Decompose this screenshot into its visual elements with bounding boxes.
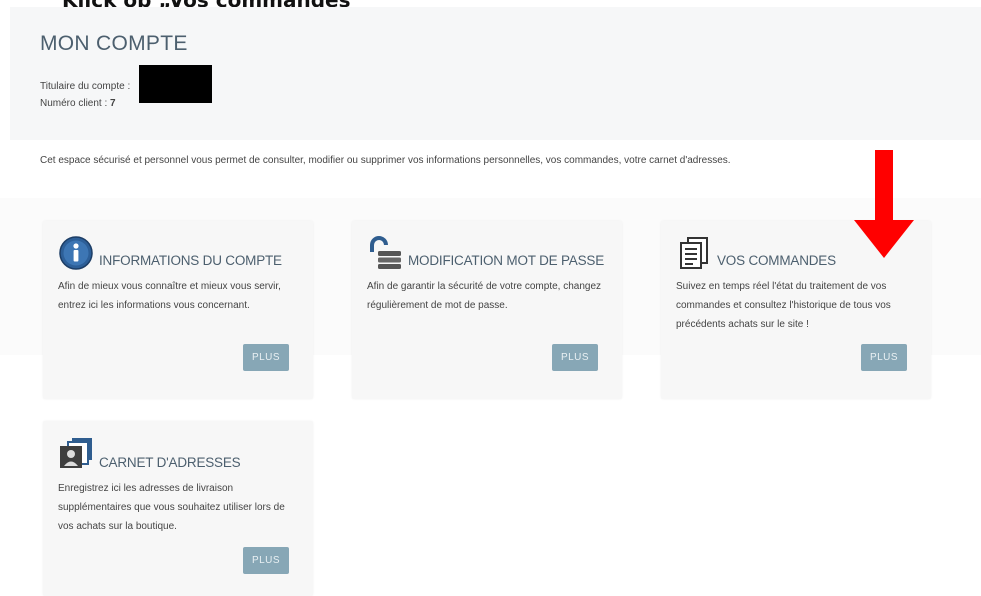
- redaction-box: [139, 65, 212, 103]
- password-plus-button[interactable]: PLUS: [552, 344, 598, 371]
- account-holder-label: Titulaire du compte :: [40, 81, 131, 92]
- card-password: MODIFICATION MOT DE PASSE Afin de garant…: [352, 221, 622, 399]
- card-account-info: INFORMATIONS DU COMPTE Afin de mieux vou…: [43, 221, 313, 399]
- padlock-icon: [367, 235, 403, 271]
- card-description: Enregistrez ici les adresses de livraiso…: [58, 483, 285, 532]
- card-address-book: CARNET D'ADRESSES Enregistrez ici les ad…: [43, 421, 313, 596]
- card-title: INFORMATIONS DU COMPTE: [99, 253, 282, 268]
- card-description: Afin de mieux vous connaître et mieux vo…: [58, 281, 281, 311]
- red-arrow-indicator: [854, 150, 914, 258]
- account-holder-row: Titulaire du compte :: [40, 78, 130, 95]
- card-description: Suivez en temps réel l'état du traitemen…: [676, 281, 891, 330]
- page-title: MON COMPTE: [40, 32, 188, 55]
- address-book-icon: [58, 435, 94, 471]
- documents-icon: [676, 235, 712, 271]
- card-description: Afin de garantir la sécurité de votre co…: [367, 281, 602, 311]
- client-number-value: 7: [110, 98, 116, 109]
- info-icon: [58, 235, 94, 271]
- orders-plus-button[interactable]: PLUS: [861, 344, 907, 371]
- card-title: VOS COMMANDES: [717, 253, 836, 268]
- address-book-plus-button[interactable]: PLUS: [243, 547, 289, 574]
- client-number-row: Numéro client : 7: [40, 95, 130, 112]
- client-number-label: Numéro client :: [40, 98, 108, 109]
- account-info-plus-button[interactable]: PLUS: [243, 344, 289, 371]
- intro-text: Cet espace sécurisé et personnel vous pe…: [40, 155, 731, 166]
- card-title: CARNET D'ADRESSES: [99, 455, 241, 470]
- account-info: Titulaire du compte : Numéro client : 7: [40, 78, 130, 112]
- card-title: MODIFICATION MOT DE PASSE: [408, 253, 605, 268]
